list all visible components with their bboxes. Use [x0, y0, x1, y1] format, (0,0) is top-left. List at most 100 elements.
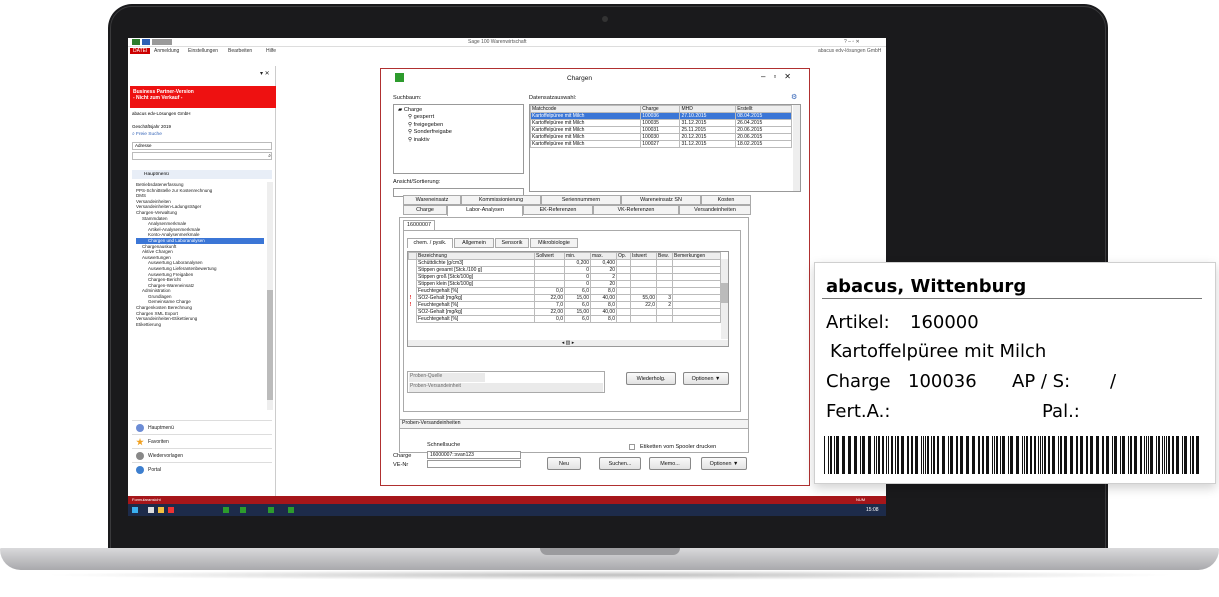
grid-scrollbar[interactable]	[721, 259, 728, 339]
menu-datei[interactable]: DATEI	[130, 48, 151, 54]
grid-row[interactable]: Feuchtegehalt [%] 0,0 6,0 8,0	[409, 315, 721, 323]
suchbaum-item[interactable]: ⚲ gesperrt	[398, 114, 519, 121]
grid-cell[interactable]	[630, 273, 657, 281]
address-select[interactable]: Adresse	[132, 142, 272, 150]
window-controls[interactable]: ? – ▫ ✕	[844, 39, 860, 45]
grid-cell[interactable]: 40,00	[590, 308, 617, 316]
grid-cell[interactable]: 6,0	[564, 315, 591, 323]
grid-cell[interactable]: 55,00	[630, 294, 657, 302]
tab-kommissionierung[interactable]: Kommissionierung	[461, 195, 541, 205]
grid-cell[interactable]	[534, 273, 565, 281]
column-header[interactable]: Charge	[640, 105, 681, 113]
grid-cell[interactable]: Feuchtegehalt [%]	[416, 301, 535, 309]
grid-cell[interactable]: 0	[564, 280, 591, 288]
subtab-1[interactable]: Allgemein	[454, 238, 494, 248]
taskbar-folder-icon[interactable]	[158, 507, 164, 513]
table-row[interactable]: Kartoffelpüree mit Milch 100027 31.12.2015…	[529, 140, 792, 148]
grid-cell[interactable]	[656, 308, 673, 316]
taskbar-app-icon[interactable]	[168, 507, 174, 513]
grid-column-header[interactable]: Bemerkungen	[672, 252, 721, 260]
grid-cell[interactable]: 20	[590, 266, 617, 274]
taskbar-sage-icon[interactable]	[268, 507, 274, 513]
grid-cell[interactable]: 8,0	[590, 315, 617, 323]
menu-anmeldung[interactable]: Anmeldung	[154, 48, 179, 54]
grid-column-header[interactable]: Sollwert	[534, 252, 565, 260]
grid-cell[interactable]	[630, 287, 657, 295]
grid-cell[interactable]	[656, 259, 673, 267]
grid-row[interactable]: SO2-Gehalt [mg/kg] 22,00 15,00 40,00	[409, 308, 721, 316]
column-header[interactable]: MHD	[679, 105, 737, 113]
grid-cell[interactable]	[534, 266, 565, 274]
grid-cell[interactable]: Stippen groß [Stck/100g]	[416, 273, 535, 281]
grid-cell[interactable]	[616, 315, 631, 323]
tab-charge[interactable]: Charge	[403, 205, 447, 215]
grid-row[interactable]: Schüttdichte [g/cm3] 0,200 0,400	[409, 259, 721, 267]
table-row[interactable]: Kartoffelpüree mit Milch 100035 31.12.2015…	[529, 119, 792, 127]
grid-cell[interactable]: 15,00	[564, 308, 591, 316]
grid-cell[interactable]: 0,400	[590, 259, 617, 267]
tree-item[interactable]: Etikettierung	[136, 322, 264, 328]
subtab-0[interactable]: chem. / pysik.	[407, 238, 453, 248]
taskbar-sage-icon[interactable]	[223, 507, 229, 513]
grid-cell[interactable]	[672, 280, 721, 288]
suchbaum-item[interactable]: ⚲ Sonderfreigabe	[398, 129, 519, 136]
nav-wiedervorlagen[interactable]: Wiedervorlagen	[132, 448, 272, 462]
grid-cell[interactable]	[616, 266, 631, 274]
grid-cell[interactable]: 0	[564, 266, 591, 274]
quick-access-toolbar[interactable]	[132, 39, 172, 45]
search-icon[interactable]: ⌕	[268, 153, 271, 159]
grid-cell[interactable]	[534, 280, 565, 288]
schnellsuche-venr-input[interactable]	[427, 460, 521, 468]
grid-cell[interactable]	[672, 287, 721, 295]
grid-row[interactable]: Stippen groß [Stck/100g] 0 2	[409, 273, 721, 281]
neu-button[interactable]: Neu	[547, 457, 581, 470]
suchen-button[interactable]: Suchen...	[599, 457, 641, 470]
grid-cell[interactable]	[672, 308, 721, 316]
suchbaum-item[interactable]: ⚲ inaktiv	[398, 137, 519, 144]
grid-cell[interactable]	[616, 308, 631, 316]
start-icon[interactable]	[132, 507, 138, 513]
grid-cell[interactable]: 8,0	[590, 301, 617, 309]
menu-hilfe[interactable]: Hilfe	[266, 48, 276, 54]
subtab-3[interactable]: Mikrobiologie	[530, 238, 578, 248]
grid-column-header[interactable]: min.	[564, 252, 591, 260]
grid-cell[interactable]	[656, 273, 673, 281]
grid-cell[interactable]: 2	[656, 301, 673, 309]
tab-wareneinsatz-sn[interactable]: Wareneinsatz SN	[621, 195, 701, 205]
grid-row[interactable]: Feuchtegehalt [%] 0,0 6,0 8,0	[409, 287, 721, 295]
grid-column-header[interactable]: Bezeichnung	[416, 252, 535, 260]
grid-row[interactable]: Stippen klein [Stck/100g] 0 20	[409, 280, 721, 288]
grid-cell[interactable]: 6,0	[564, 287, 591, 295]
grid-cell[interactable]: Stippen gesamt [Stck./100 g]	[416, 266, 535, 274]
grid-cell[interactable]	[616, 287, 631, 295]
grid-column-header[interactable]: max.	[590, 252, 617, 260]
table-row[interactable]: Kartoffelpüree mit Milch 100036 27.10.2015…	[529, 112, 792, 120]
optionen-button[interactable]: Optionen ▼	[683, 372, 729, 385]
tab-kosten[interactable]: Kosten	[701, 195, 751, 205]
grid-column-header[interactable]: Bew.	[656, 252, 673, 260]
grid-cell[interactable]: 0,0	[534, 287, 565, 295]
proben-versandeinheiten-tab[interactable]: Proben-Versandeinheiten	[399, 419, 749, 429]
grid-cell[interactable]	[656, 287, 673, 295]
column-header[interactable]: Erstellt	[735, 105, 792, 113]
free-search[interactable]: ⌕ Freie Suche	[132, 131, 272, 139]
grid-cell[interactable]	[656, 280, 673, 288]
grid-cell[interactable]	[616, 301, 631, 309]
grid-cell[interactable]	[616, 259, 631, 267]
memo-button[interactable]: Memo...	[649, 457, 691, 470]
grid-row[interactable]: Stippen gesamt [Stck./100 g] 0 20	[409, 266, 721, 274]
sidebar-scrollbar[interactable]	[267, 182, 273, 410]
sidebar-pin-icon[interactable]: ▾ ✕	[260, 70, 270, 77]
tab-seriennummern[interactable]: Seriennummern	[541, 195, 621, 205]
menu-bearbeiten[interactable]: Bearbeiten	[228, 48, 252, 54]
menu-einstellungen[interactable]: Einstellungen	[188, 48, 218, 54]
schnellsuche-charge-input[interactable]: 16000007::svan123	[427, 451, 521, 459]
grid-cell[interactable]: 0,0	[534, 315, 565, 323]
grid-cell[interactable]	[672, 266, 721, 274]
grid-cell[interactable]: 0	[564, 273, 591, 281]
grid-cell[interactable]	[616, 294, 631, 302]
grid-column-header[interactable]: Op.	[616, 252, 631, 260]
grid-cell[interactable]: 20	[590, 280, 617, 288]
grid-cell[interactable]	[616, 280, 631, 288]
grid-cell[interactable]	[534, 259, 565, 267]
